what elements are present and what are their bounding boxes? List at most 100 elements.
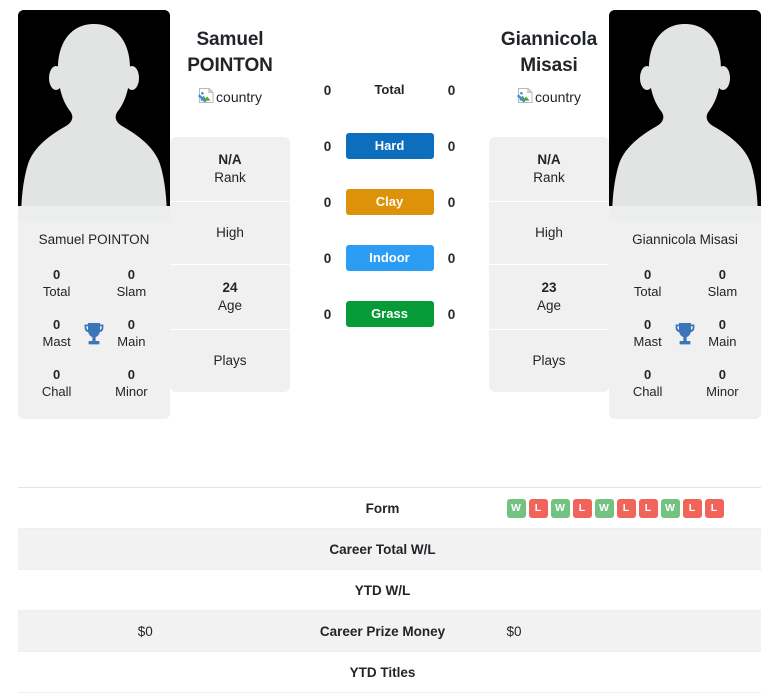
left-age-section: 24 Age xyxy=(170,265,290,330)
h2h-row-hard: 0 Hard 0 xyxy=(290,118,489,174)
left-challenger-titles-label: Chall xyxy=(41,384,72,399)
left-titles-row-3: 0 Chall 0 Minor xyxy=(24,359,164,409)
left-player-name-label: Samuel POINTON xyxy=(38,232,150,247)
left-age-label: Age xyxy=(217,298,243,313)
left-minor-titles: 0 Minor xyxy=(109,366,154,401)
left-player-info-column: Samuel POINTON country N/A Rank High 24 … xyxy=(170,10,290,392)
h2h-indoor-left-score: 0 xyxy=(323,250,332,266)
right-country-flag-holder: country xyxy=(516,87,581,107)
career-prize-money-left-value: $0 xyxy=(137,623,153,639)
right-challenger-titles: 0 Chall xyxy=(625,366,670,401)
h2h-grass-right-score: 0 xyxy=(447,306,456,322)
trophy-icon xyxy=(670,322,700,346)
left-age-value: 24 xyxy=(222,280,238,295)
left-country-flag-broken-image: country xyxy=(197,87,262,107)
form-badge-loss[interactable]: L xyxy=(616,498,636,518)
table-row: Career Total W/L xyxy=(18,529,761,570)
left-challenger-titles: 0 Chall xyxy=(34,366,79,401)
left-country-alt-text: country xyxy=(216,89,262,105)
right-country-flag-broken-image: country xyxy=(516,87,581,107)
right-high-section: High xyxy=(489,202,609,265)
right-high-label: High xyxy=(535,225,563,240)
h2h-row-grass: 0 Grass 0 xyxy=(290,286,489,342)
h2h-row-clay: 0 Clay 0 xyxy=(290,174,489,230)
right-titles-row-3: 0 Chall 0 Minor xyxy=(615,359,755,409)
right-player-name-label: Giannicola Misasi xyxy=(632,232,738,247)
left-slam-titles-label: Slam xyxy=(116,284,147,299)
form-badge-win[interactable]: W xyxy=(660,498,680,518)
right-titles-block: 0 Total 0 Slam 0 Mast 0 Main 0 Chall 0 M… xyxy=(609,259,761,419)
right-challenger-titles-value: 0 xyxy=(644,367,652,382)
right-minor-titles-value: 0 xyxy=(718,367,726,382)
form-badge-win[interactable]: W xyxy=(550,498,570,518)
left-player-last-name: POINTON xyxy=(187,55,273,76)
h2h-clay-badge[interactable]: Clay xyxy=(345,189,434,215)
left-high-label: High xyxy=(216,225,244,240)
right-rank-section: N/A Rank xyxy=(489,137,609,202)
left-titles-row-2: 0 Mast 0 Main xyxy=(24,309,164,359)
right-rank-label: Rank xyxy=(533,170,565,185)
h2h-grass-badge[interactable]: Grass xyxy=(345,301,434,327)
h2h-hard-left-score: 0 xyxy=(323,138,332,154)
form-badge-loss[interactable]: L xyxy=(528,498,548,518)
right-player-details-card: N/A Rank High 23 Age Plays xyxy=(489,137,609,392)
right-masters-titles-label: Mast xyxy=(633,334,662,349)
table-row: YTD Titles xyxy=(18,652,761,693)
left-country-flag-holder: country xyxy=(197,87,262,107)
left-rank-value: N/A xyxy=(218,152,242,167)
form-badge-loss[interactable]: L xyxy=(682,498,702,518)
h2h-hard-right-score: 0 xyxy=(447,138,456,154)
right-total-titles: 0 Total xyxy=(625,266,670,301)
right-player-card: Giannicola Misasi 0 Total 0 Slam 0 Mast … xyxy=(609,10,761,419)
career-total-wl-label: Career Total W/L xyxy=(329,541,436,557)
right-masters-titles-value: 0 xyxy=(644,317,652,332)
right-plays-label: Plays xyxy=(532,353,566,368)
career-prize-money-right-value: $0 xyxy=(506,623,522,639)
left-player-heading: Samuel POINTON xyxy=(187,27,273,79)
right-total-titles-value: 0 xyxy=(644,267,652,282)
right-slam-titles-label: Slam xyxy=(707,284,738,299)
h2h-indoor-badge[interactable]: Indoor xyxy=(345,245,434,271)
right-country-alt-text: country xyxy=(535,89,581,105)
form-badge-loss[interactable]: L xyxy=(704,498,724,518)
form-badge-win[interactable]: W xyxy=(594,498,614,518)
right-slam-titles: 0 Slam xyxy=(700,266,745,301)
career-prize-money-label: Career Prize Money xyxy=(319,623,446,639)
left-total-titles: 0 Total xyxy=(34,266,79,301)
right-titles-row-1: 0 Total 0 Slam xyxy=(615,259,755,309)
h2h-total-right-score: 0 xyxy=(447,82,456,98)
career-stats-table: Form WLWLWLLWLL Career Total W/L YTD W/L… xyxy=(18,487,761,693)
left-titles-row-1: 0 Total 0 Slam xyxy=(24,259,164,309)
form-badge-win[interactable]: W xyxy=(506,498,526,518)
left-main-titles-value: 0 xyxy=(127,317,135,332)
head-to-head-surface-column: 0 Total 0 0 Hard 0 0 Clay 0 0 Indoor 0 0 xyxy=(290,10,489,342)
left-plays-section: Plays xyxy=(170,330,290,392)
left-slam-titles-value: 0 xyxy=(127,267,135,282)
left-masters-titles: 0 Mast xyxy=(34,316,79,351)
form-badge-loss[interactable]: L xyxy=(572,498,592,518)
right-slam-titles-value: 0 xyxy=(718,267,726,282)
ytd-titles-label: YTD Titles xyxy=(349,664,416,680)
left-main-titles: 0 Main xyxy=(109,316,154,351)
right-total-titles-label: Total xyxy=(633,284,662,299)
h2h-grass-left-score: 0 xyxy=(323,306,332,322)
left-masters-titles-label: Mast xyxy=(42,334,71,349)
table-row: $0 Career Prize Money $0 xyxy=(18,611,761,652)
left-player-avatar xyxy=(18,10,170,221)
left-plays-label: Plays xyxy=(213,353,247,368)
right-challenger-titles-label: Chall xyxy=(632,384,663,399)
left-player-first-name: Samuel xyxy=(196,29,264,50)
form-badge-loss[interactable]: L xyxy=(638,498,658,518)
h2h-row-indoor: 0 Indoor 0 xyxy=(290,230,489,286)
form-badge-list: WLWLWLLWLL xyxy=(506,498,724,518)
right-age-value: 23 xyxy=(541,280,557,295)
right-main-titles-value: 0 xyxy=(718,317,726,332)
left-minor-titles-label: Minor xyxy=(115,384,148,399)
left-high-section: High xyxy=(170,202,290,265)
h2h-total-left-score: 0 xyxy=(323,82,332,98)
left-player-details-card: N/A Rank High 24 Age Plays xyxy=(170,137,290,392)
player-comparison-page: Samuel POINTON 0 Total 0 Slam 0 Mast 0 M… xyxy=(0,0,779,699)
table-row: Form WLWLWLLWLL xyxy=(18,488,761,529)
h2h-hard-badge[interactable]: Hard xyxy=(345,133,434,159)
form-row-label: Form xyxy=(365,500,400,516)
